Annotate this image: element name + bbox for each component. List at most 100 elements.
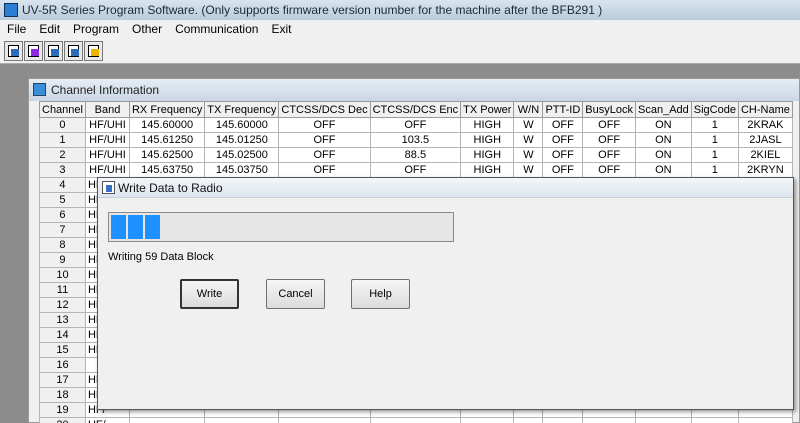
- table-cell[interactable]: 2KIEL: [737, 147, 793, 163]
- table-cell[interactable]: OFF: [582, 132, 636, 148]
- table-cell[interactable]: 1: [690, 117, 739, 133]
- row-number: 8: [39, 237, 86, 253]
- column-header[interactable]: TX Power: [460, 101, 515, 118]
- table-cell[interactable]: W: [513, 117, 544, 133]
- table-cell[interactable]: [582, 417, 636, 423]
- table-cell[interactable]: [635, 417, 692, 423]
- table-cell[interactable]: HF/UHI: [84, 147, 130, 163]
- table-cell[interactable]: 145.62500: [128, 147, 206, 163]
- table-cell[interactable]: HIGH: [460, 162, 515, 178]
- table-cell[interactable]: HF/UHI: [84, 132, 130, 148]
- table-cell[interactable]: [513, 417, 544, 423]
- table-cell[interactable]: ON: [635, 117, 692, 133]
- column-header[interactable]: Channel: [39, 101, 86, 118]
- table-cell[interactable]: 145.02500: [204, 147, 280, 163]
- row-number: 6: [39, 207, 86, 223]
- table-cell[interactable]: OFF: [278, 147, 371, 163]
- table-cell[interactable]: HF/: [84, 417, 130, 423]
- column-header[interactable]: Scan_Add: [635, 101, 692, 118]
- table-cell[interactable]: OFF: [582, 117, 636, 133]
- table-cell[interactable]: OFF: [369, 162, 462, 178]
- column-header[interactable]: PTT-ID: [542, 101, 584, 118]
- dialog-title-bar: Write Data to Radio: [98, 178, 793, 198]
- table-cell[interactable]: [204, 417, 280, 423]
- exit-icon[interactable]: [84, 41, 103, 61]
- column-header[interactable]: Band: [84, 101, 130, 118]
- table-cell[interactable]: OFF: [278, 162, 371, 178]
- table-cell[interactable]: OFF: [542, 162, 584, 178]
- table-row[interactable]: 20HF/: [39, 417, 793, 423]
- table-cell[interactable]: 1: [690, 162, 739, 178]
- table-cell[interactable]: HF/UHI: [84, 162, 130, 178]
- table-cell[interactable]: 88.5: [369, 147, 462, 163]
- help-button[interactable]: Help: [351, 279, 410, 309]
- row-number: 11: [39, 282, 86, 298]
- write-to-radio-icon[interactable]: [44, 41, 63, 61]
- cancel-button[interactable]: Cancel: [266, 279, 325, 309]
- table-cell[interactable]: 2KRAK: [737, 117, 793, 133]
- table-cell[interactable]: W: [513, 162, 544, 178]
- table-cell[interactable]: OFF: [582, 147, 636, 163]
- menu-file[interactable]: File: [0, 20, 32, 37]
- table-cell[interactable]: OFF: [542, 132, 584, 148]
- save-icon[interactable]: [24, 41, 43, 61]
- table-cell[interactable]: OFF: [582, 162, 636, 178]
- table-cell[interactable]: OFF: [278, 132, 371, 148]
- menu-communication[interactable]: Communication: [168, 20, 264, 37]
- row-number: 5: [39, 192, 86, 208]
- column-header[interactable]: CH-Name: [737, 101, 793, 118]
- table-cell[interactable]: 2KRYN: [737, 162, 793, 178]
- table-cell[interactable]: [369, 417, 462, 423]
- table-cell[interactable]: OFF: [369, 117, 462, 133]
- table-cell[interactable]: [278, 417, 371, 423]
- read-from-radio-icon[interactable]: [4, 41, 23, 61]
- table-cell[interactable]: W: [513, 147, 544, 163]
- table-cell[interactable]: W: [513, 132, 544, 148]
- table-cell[interactable]: 145.63750: [128, 162, 206, 178]
- table-cell[interactable]: OFF: [278, 117, 371, 133]
- table-cell[interactable]: ON: [635, 132, 692, 148]
- column-header[interactable]: W/N: [513, 101, 544, 118]
- table-row[interactable]: 3 HF/UHI 145.63750 145.03750 OFF OFF HIGH W OFF O…: [39, 162, 793, 178]
- table-cell[interactable]: ON: [635, 162, 692, 178]
- table-cell[interactable]: [128, 417, 206, 423]
- table-row[interactable]: 0 HF/UHI 145.60000 145.60000 OFF OFF HIGH W OFF O…: [39, 117, 793, 133]
- table-cell[interactable]: 145.01250: [204, 132, 280, 148]
- row-number: 14: [39, 327, 86, 343]
- table-cell[interactable]: [460, 417, 515, 423]
- column-header[interactable]: CTCSS/DCS Dec: [278, 101, 371, 118]
- table-cell[interactable]: HF/UHI: [84, 117, 130, 133]
- column-header[interactable]: BusyLock: [582, 101, 636, 118]
- menu-other[interactable]: Other: [125, 20, 168, 37]
- table-cell[interactable]: HIGH: [460, 147, 515, 163]
- column-header[interactable]: SigCode: [690, 101, 739, 118]
- table-cell[interactable]: 103.5: [369, 132, 462, 148]
- table-cell[interactable]: HIGH: [460, 132, 515, 148]
- toolbar: [0, 38, 800, 64]
- table-cell[interactable]: 1: [690, 147, 739, 163]
- table-cell[interactable]: 2JASL: [737, 132, 793, 148]
- table-cell[interactable]: [690, 417, 739, 423]
- table-cell[interactable]: HIGH: [460, 117, 515, 133]
- table-cell[interactable]: [737, 417, 793, 423]
- channel-window-title: Channel Information: [51, 83, 160, 97]
- column-header[interactable]: RX Frequency: [128, 101, 206, 118]
- table-row[interactable]: 1 HF/UHI 145.61250 145.01250 OFF 103.5 HIGH W OF…: [39, 132, 793, 148]
- table-row[interactable]: 2 HF/UHI 145.62500 145.02500 OFF 88.5 HIGH W OFF…: [39, 147, 793, 163]
- write-button[interactable]: Write: [180, 279, 239, 309]
- table-cell[interactable]: 145.60000: [128, 117, 206, 133]
- table-cell[interactable]: OFF: [542, 117, 584, 133]
- table-cell[interactable]: ON: [635, 147, 692, 163]
- program-icon[interactable]: [64, 41, 83, 61]
- menu-exit[interactable]: Exit: [264, 20, 297, 37]
- table-cell[interactable]: 145.60000: [204, 117, 280, 133]
- menu-edit[interactable]: Edit: [32, 20, 66, 37]
- menu-program[interactable]: Program: [66, 20, 125, 37]
- column-header[interactable]: TX Frequency: [204, 101, 280, 118]
- table-cell[interactable]: 145.03750: [204, 162, 280, 178]
- table-cell[interactable]: [542, 417, 584, 423]
- table-cell[interactable]: 145.61250: [128, 132, 206, 148]
- column-header[interactable]: CTCSS/DCS Enc: [369, 101, 462, 118]
- table-cell[interactable]: OFF: [542, 147, 584, 163]
- table-cell[interactable]: 1: [690, 132, 739, 148]
